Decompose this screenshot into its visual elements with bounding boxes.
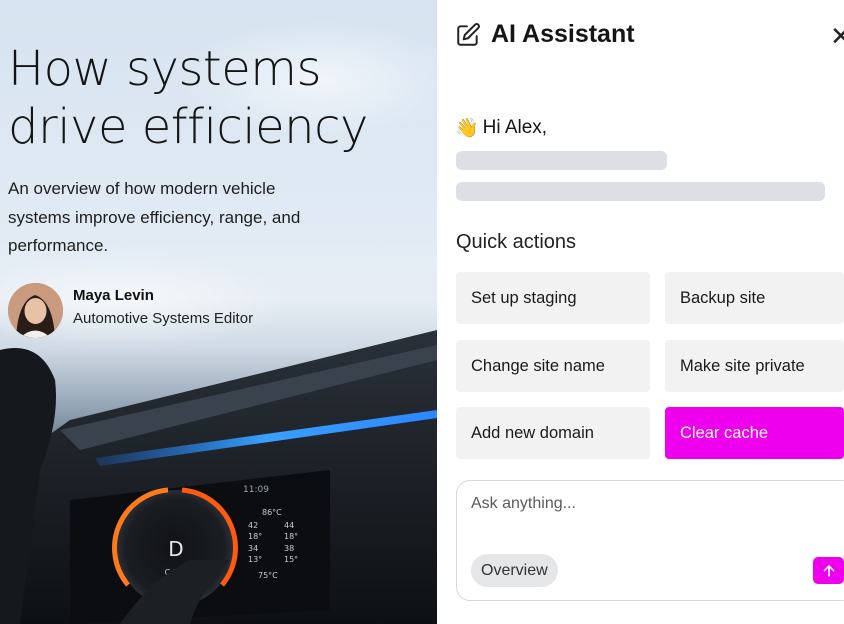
loading-skeleton-line bbox=[456, 151, 667, 170]
dash-value-r1: 44 bbox=[284, 521, 294, 530]
dash-value-r4: 15° bbox=[284, 555, 298, 564]
author-byline: Maya Levin Automotive Systems Editor bbox=[8, 283, 253, 338]
dash-value-r3: 38 bbox=[284, 544, 294, 553]
make-site-private-button[interactable]: Make site private bbox=[665, 340, 844, 392]
author-role: Automotive Systems Editor bbox=[73, 309, 254, 327]
ask-box: Overview bbox=[456, 480, 844, 601]
panel-header: AI Assistant bbox=[455, 20, 635, 49]
change-site-name-button[interactable]: Change site name bbox=[456, 340, 650, 392]
ai-assistant-panel: AI Assistant ✕ 👋 Hi Alex, Quick actions … bbox=[437, 0, 844, 624]
author-name: Maya Levin bbox=[73, 286, 154, 304]
hero-section: D C N D 11:09 86°C 42 18° 34 13° 44 18° … bbox=[0, 0, 437, 624]
overview-chip[interactable]: Overview bbox=[471, 554, 558, 587]
ask-input[interactable] bbox=[471, 495, 811, 513]
portrait-icon bbox=[8, 283, 63, 338]
close-icon[interactable]: ✕ bbox=[830, 24, 844, 50]
loading-skeleton-line bbox=[456, 182, 825, 201]
arrow-up-icon bbox=[823, 564, 834, 577]
dash-temp-top: 86°C bbox=[262, 508, 282, 517]
dash-value-l2: 18° bbox=[248, 532, 262, 541]
quick-actions-title: Quick actions bbox=[456, 231, 577, 253]
edit-icon[interactable] bbox=[455, 22, 481, 48]
dash-clock: 11:09 bbox=[243, 485, 269, 495]
gear-readout: D bbox=[168, 537, 183, 561]
hero-title: How systems drive efficiency bbox=[8, 41, 368, 155]
greeting: 👋 Hi Alex, bbox=[455, 116, 547, 140]
set-up-staging-button[interactable]: Set up staging bbox=[456, 272, 650, 324]
add-new-domain-button[interactable]: Add new domain bbox=[456, 407, 650, 459]
dash-temp-bottom: 75°C bbox=[258, 571, 278, 580]
avatar bbox=[8, 283, 63, 338]
waving-hand-icon: 👋 bbox=[455, 118, 479, 139]
dash-value-l4: 13° bbox=[248, 555, 262, 564]
greeting-text: Hi Alex, bbox=[482, 117, 548, 138]
panel-title: AI Assistant bbox=[491, 20, 635, 48]
backup-site-button[interactable]: Backup site bbox=[665, 272, 844, 324]
clear-cache-button[interactable]: Clear cache bbox=[665, 407, 844, 459]
dash-value-l1: 42 bbox=[248, 521, 258, 530]
hero-subtitle: An overview of how modern vehicle system… bbox=[8, 179, 301, 255]
dash-value-r2: 18° bbox=[284, 532, 298, 541]
dash-value-l3: 34 bbox=[248, 544, 258, 553]
send-button[interactable] bbox=[813, 557, 844, 584]
